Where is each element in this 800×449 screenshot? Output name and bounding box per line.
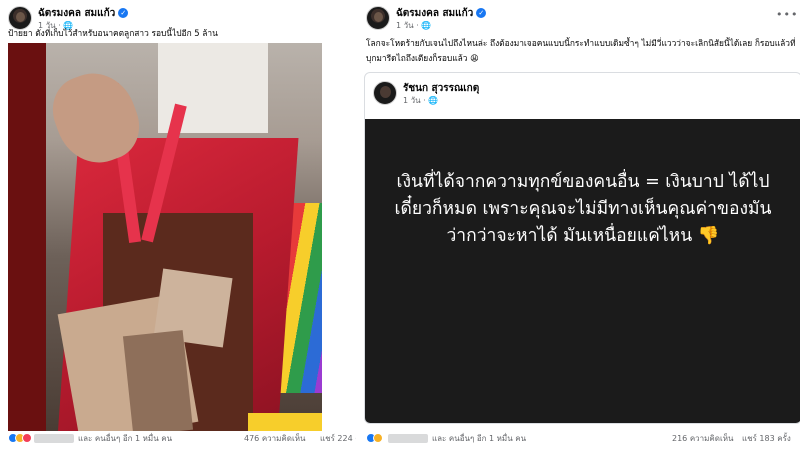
post-footer: และ คนอื่นๆ อีก 1 หมื่น คน 476 ความคิดเห… (8, 432, 388, 446)
right-post: ฉัตรมงคล สมแก้ว ✓ 1 วัน · 🌐 ••• โลกจะโหดร… (356, 0, 800, 449)
globe-icon: 🌐 (421, 21, 432, 30)
reaction-icons[interactable] (366, 433, 383, 444)
shared-post-time-text[interactable]: 1 วัน (403, 96, 421, 105)
post-footer: และ คนอื่นๆ อีก 1 หมื่น คน 216 ความคิดเห… (366, 432, 796, 446)
shared-post-time[interactable]: 1 วัน · 🌐 (403, 94, 438, 107)
verified-icon: ✓ (118, 8, 129, 18)
author-name-text[interactable]: ฉัตรมงคล สมแก้ว (38, 8, 115, 19)
shared-post-card[interactable]: รัชนก สุวรรณเกตุ 1 วัน · 🌐 เงินที่ได้จาก… (364, 72, 800, 424)
post-time[interactable]: 1 วัน · 🌐 (396, 19, 431, 32)
verified-icon: ✓ (476, 8, 487, 18)
post-time-text[interactable]: 1 วัน (396, 21, 414, 30)
comment-count[interactable]: 216 ความคิดเห็น (672, 432, 733, 445)
shared-avatar[interactable] (373, 81, 397, 105)
love-icon (22, 433, 32, 443)
haha-icon (373, 433, 383, 443)
globe-icon: 🌐 (428, 96, 439, 105)
avatar[interactable] (366, 6, 390, 30)
comment-count[interactable]: 476 ความคิดเห็น (244, 432, 305, 445)
post-photo[interactable] (8, 43, 322, 431)
author-name-text[interactable]: ฉัตรมงคล สมแก้ว (396, 8, 473, 19)
share-count[interactable]: แชร์ 183 ครั้ง (742, 432, 791, 445)
post-caption: โลกจะโหดร้ายกับเจนไปถึงไหนล่ะ ถึงต้องมาเ… (366, 38, 796, 63)
blurred-name (34, 434, 74, 443)
ellipsis-icon[interactable]: ••• (776, 8, 798, 21)
left-post: ฉัตรมงคล สมแก้ว✓ 1 วัน · 🌐 ••• ป้ายยา ตั… (0, 0, 396, 449)
quote-background (365, 119, 800, 423)
blurred-name (388, 434, 428, 443)
others-count[interactable]: และ คนอื่นๆ อีก 1 หมื่น คน (432, 432, 526, 445)
quote-text: เงินที่ได้จากความทุกข์ของคนอื่น = เงินบา… (394, 172, 772, 246)
post-caption: ป้ายยา ตังที่เก็บไว้สำหรับอนาคตลูกสาว รอ… (8, 28, 218, 38)
others-count[interactable]: และ คนอื่นๆ อีก 1 หมื่น คน (78, 432, 172, 445)
reaction-icons[interactable] (8, 433, 32, 444)
